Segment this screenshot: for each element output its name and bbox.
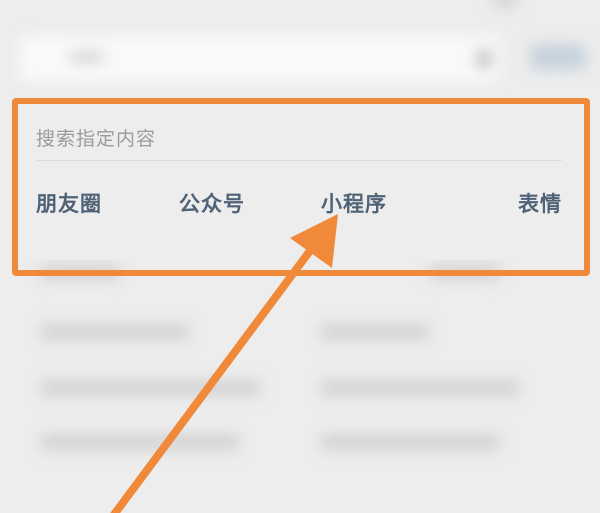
scope-mini-programs[interactable]: 小程序: [321, 188, 387, 218]
list-item: [320, 324, 430, 340]
section-label: [40, 264, 120, 280]
list-item: [40, 324, 190, 340]
cancel-button[interactable]: [530, 44, 586, 70]
scope-moments[interactable]: 朋友圈: [36, 188, 102, 218]
list-item: [320, 434, 500, 450]
list-item: [320, 380, 520, 396]
status-indicator: [492, 0, 518, 8]
voice-icon[interactable]: [476, 48, 492, 70]
scope-stickers[interactable]: 表情: [518, 188, 562, 218]
list-item: [40, 380, 260, 396]
search-scope-hint: 搜索指定内容: [36, 128, 157, 150]
section-label: [430, 264, 500, 280]
search-scope-panel: 搜索指定内容 朋友圈 公众号 小程序 表情: [22, 108, 580, 260]
scope-official-accounts[interactable]: 公众号: [179, 188, 245, 218]
search-placeholder: [70, 52, 104, 62]
divider: [36, 160, 562, 161]
list-item: [40, 434, 240, 450]
